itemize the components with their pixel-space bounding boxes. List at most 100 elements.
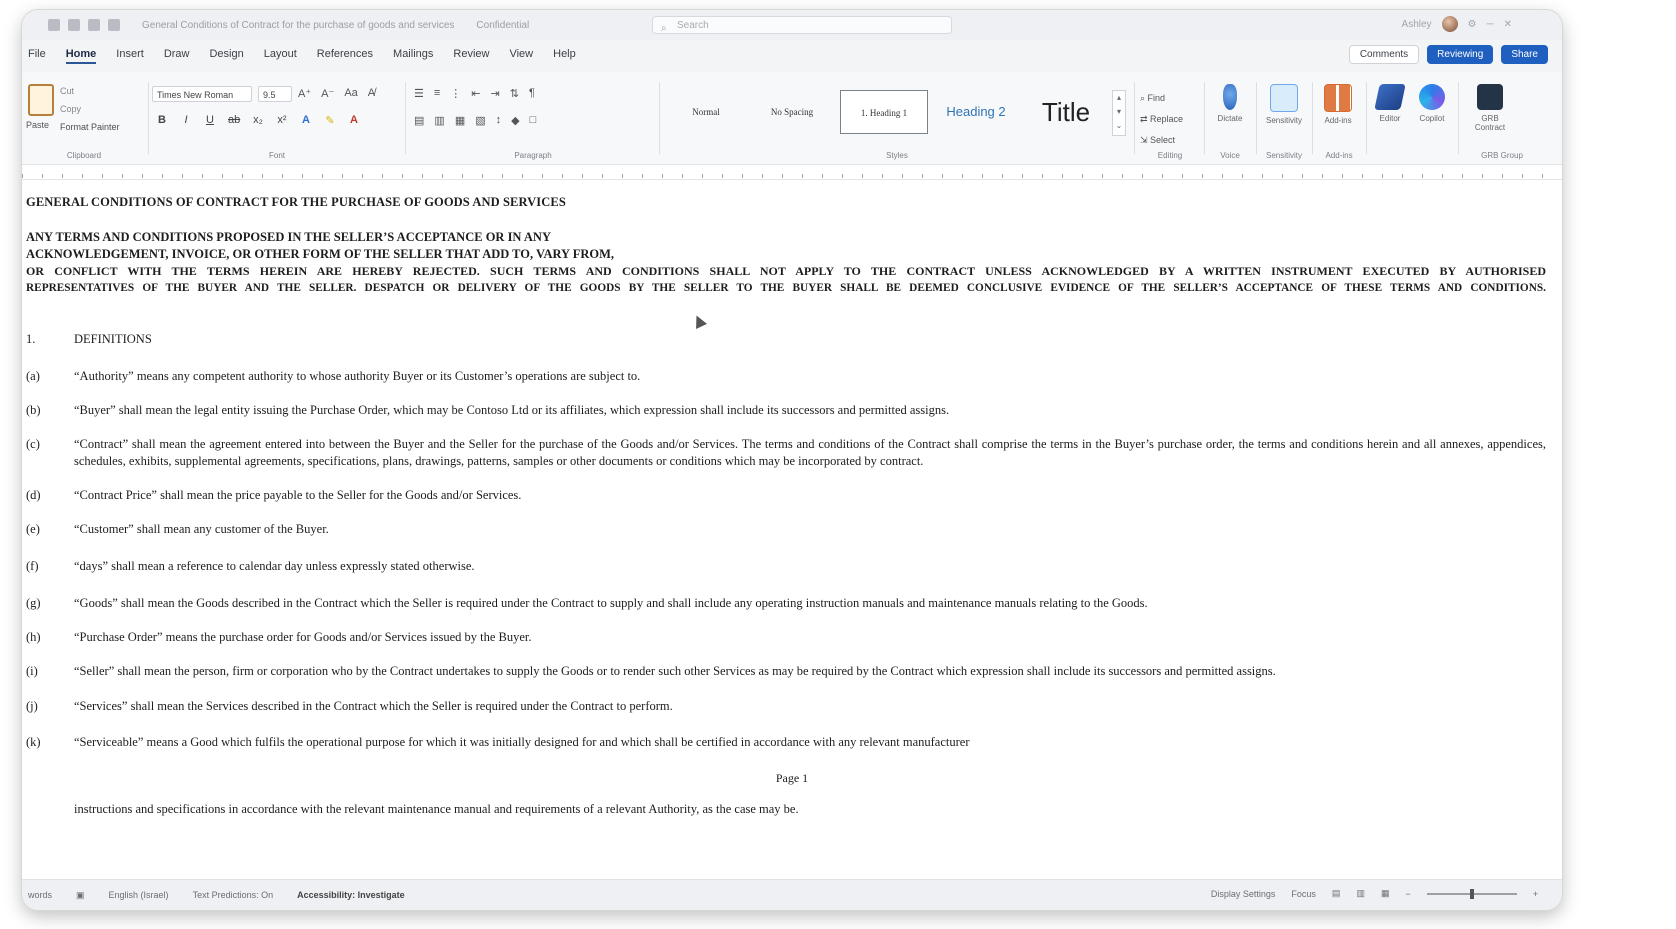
focus-button[interactable]: Focus: [1291, 889, 1316, 899]
find-button[interactable]: ⌕ Find: [1140, 88, 1183, 109]
sort-icon[interactable]: ⇅: [510, 87, 519, 100]
avatar[interactable]: [1441, 16, 1458, 32]
text-predictions-status[interactable]: Text Predictions: On: [193, 890, 274, 901]
document-page[interactable]: GENERAL CONDITIONS OF CONTRACT FOR THE P…: [22, 180, 1562, 880]
definition-label: (k): [26, 735, 41, 749]
tab-help[interactable]: Help: [553, 48, 576, 64]
ribbon: Paste Cut Copy Format Painter Clipboard …: [22, 72, 1562, 165]
zoom-slider[interactable]: [1426, 888, 1517, 899]
align-center-icon[interactable]: ▥: [434, 114, 444, 127]
comments-button[interactable]: Comments: [1348, 45, 1420, 64]
replace-button[interactable]: ⇄ Replace: [1140, 109, 1183, 130]
definition-text: “Contract” shall mean the agreement ente…: [74, 437, 1546, 468]
word-count[interactable]: words: [28, 890, 52, 901]
tab-references[interactable]: References: [317, 48, 373, 64]
reviewing-button[interactable]: Reviewing: [1427, 45, 1494, 64]
dictate-button[interactable]: Dictate: [1208, 84, 1252, 123]
multilevel-list-icon[interactable]: ⋮: [450, 87, 461, 100]
subscript-icon[interactable]: x₂: [252, 114, 264, 127]
bold-icon[interactable]: B: [156, 114, 168, 127]
borders-icon[interactable]: □: [530, 114, 537, 127]
user-name[interactable]: Ashley: [1402, 19, 1432, 30]
sensitivity-button[interactable]: Sensitivity: [1262, 84, 1306, 125]
zoom-slider-thumb[interactable]: [1469, 888, 1474, 899]
italic-icon[interactable]: I: [180, 114, 192, 127]
change-case-icon[interactable]: Aa: [344, 87, 357, 100]
tab-home[interactable]: Home: [65, 48, 97, 64]
tab-file[interactable]: File: [28, 48, 46, 64]
minimize-icon[interactable]: ─: [1487, 19, 1494, 30]
font-family-select[interactable]: Times New Roman: [152, 86, 252, 102]
copilot-button[interactable]: Copilot: [1410, 84, 1454, 123]
undo-icon[interactable]: [88, 19, 100, 31]
font-size-select[interactable]: 9.5: [258, 86, 292, 102]
search-input[interactable]: ⌕ Search: [652, 16, 952, 34]
style-normal[interactable]: Normal: [666, 90, 746, 134]
bullets-icon[interactable]: ☰: [414, 87, 424, 100]
align-left-icon[interactable]: ▤: [414, 114, 424, 127]
sensitivity-badge[interactable]: Confidential: [476, 20, 529, 31]
autosave-icon[interactable]: [48, 19, 60, 31]
tab-review[interactable]: Review: [453, 48, 489, 64]
style-no-spacing[interactable]: No Spacing: [752, 90, 832, 134]
settings-icon[interactable]: ⚙: [1468, 19, 1477, 30]
strikethrough-icon[interactable]: ab: [228, 114, 240, 127]
close-icon[interactable]: ✕: [1504, 19, 1512, 30]
tab-view[interactable]: View: [509, 48, 533, 64]
style-title[interactable]: Title: [1024, 90, 1108, 134]
definition-label: (h): [26, 630, 41, 644]
print-layout-icon[interactable]: ▥: [1356, 888, 1365, 899]
justify-icon[interactable]: ▧: [475, 114, 485, 127]
cut-button[interactable]: Cut: [60, 82, 120, 100]
tab-design[interactable]: Design: [209, 48, 243, 64]
copy-button[interactable]: Copy: [60, 100, 120, 118]
styles-gallery-scroll[interactable]: ▴ ▾ ⌄: [1112, 90, 1126, 136]
zoom-in-icon[interactable]: +: [1533, 889, 1538, 899]
paste-button-label[interactable]: Paste: [26, 120, 49, 130]
document-heading: GENERAL CONDITIONS OF CONTRACT FOR THE P…: [26, 195, 566, 209]
grow-font-icon[interactable]: A⁺: [298, 87, 311, 100]
numbering-icon[interactable]: ≡: [434, 87, 440, 100]
superscript-icon[interactable]: x²: [276, 114, 288, 127]
select-button[interactable]: ⇲ Select: [1140, 130, 1183, 151]
clipboard-items: Cut Copy Format Painter: [60, 82, 120, 136]
text-effects-icon[interactable]: A: [300, 114, 312, 127]
tab-insert[interactable]: Insert: [116, 48, 144, 64]
shrink-font-icon[interactable]: A⁻: [321, 87, 334, 100]
save-icon[interactable]: [68, 19, 80, 31]
underline-icon[interactable]: U: [204, 114, 216, 127]
font-color-icon[interactable]: A: [348, 114, 360, 127]
tab-draw[interactable]: Draw: [164, 48, 190, 64]
paragraph-group: ☰ ≡ ⋮ ⇤ ⇥ ⇅ ¶ ▤ ▥ ▦ ▧ ↕ ◆ □ Paragraph: [410, 78, 656, 162]
accessibility-status[interactable]: Accessibility: Investigate: [297, 890, 405, 901]
clear-format-icon[interactable]: A̸: [368, 87, 375, 100]
style-heading-2[interactable]: Heading 2: [934, 90, 1018, 134]
show-marks-icon[interactable]: ¶: [529, 87, 535, 100]
style-heading-1[interactable]: 1. Heading 1: [840, 90, 928, 134]
definition-item: (i) “Seller” shall mean the person, firm …: [26, 663, 1546, 680]
addins-button[interactable]: Add-ins: [1316, 84, 1360, 125]
redo-icon[interactable]: [108, 19, 120, 31]
language-status[interactable]: English (Israel): [109, 890, 169, 901]
zoom-out-icon[interactable]: −: [1405, 889, 1410, 899]
line-spacing-icon[interactable]: ↕: [496, 114, 502, 127]
align-right-icon[interactable]: ▦: [455, 114, 465, 127]
horizontal-ruler[interactable]: [22, 165, 1562, 180]
document-title[interactable]: General Conditions of Contract for the p…: [142, 20, 454, 31]
share-button[interactable]: Share: [1501, 45, 1548, 64]
paste-icon[interactable]: [28, 84, 54, 116]
web-layout-icon[interactable]: ▦: [1381, 888, 1390, 899]
tab-layout[interactable]: Layout: [264, 48, 297, 64]
increase-indent-icon[interactable]: ⇥: [491, 87, 500, 100]
addins-group-label: Add-ins: [1325, 151, 1353, 160]
proofing-icon[interactable]: ▣: [76, 890, 85, 901]
decrease-indent-icon[interactable]: ⇤: [471, 87, 480, 100]
format-painter-button[interactable]: Format Painter: [60, 118, 120, 136]
shading-icon[interactable]: ◆: [511, 114, 519, 127]
grb-contract-button[interactable]: GRB Contract: [1468, 84, 1512, 132]
editor-button[interactable]: Editor: [1368, 84, 1412, 123]
display-settings-button[interactable]: Display Settings: [1211, 889, 1276, 899]
tab-mailings[interactable]: Mailings: [393, 48, 433, 64]
highlight-icon[interactable]: ✎: [324, 114, 336, 127]
read-mode-icon[interactable]: ▤: [1332, 888, 1341, 899]
